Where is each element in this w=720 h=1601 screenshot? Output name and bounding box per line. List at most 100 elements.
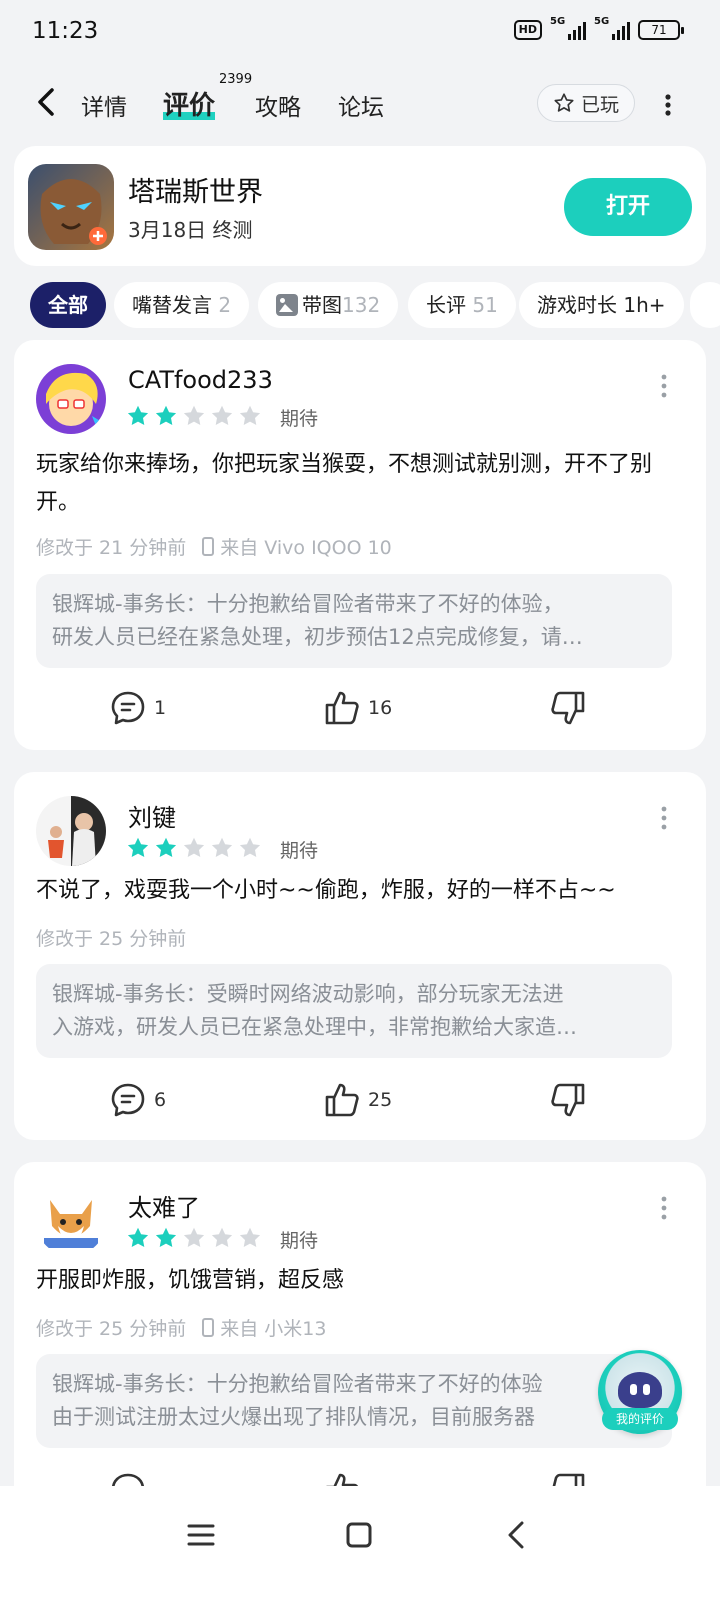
comment-count: 1: [154, 697, 167, 719]
played-button[interactable]: 已玩: [537, 84, 635, 122]
rating-label: 期待: [280, 1230, 319, 1252]
developer-reply[interactable]: 银辉城-事务长：受瞬时网络波动影响，部分玩家无法进 入游戏，研发人员已在紧急处理…: [36, 964, 672, 1058]
status-bar: 11:23 HD 5G 5G 71: [0, 0, 720, 64]
star-empty-icon: [239, 405, 261, 425]
filter-long-reviews[interactable]: 长评 51: [408, 282, 516, 328]
reply-line: 由于测试注册太过火爆出现了排队情况，目前服务器: [52, 1405, 535, 1429]
back-icon[interactable]: [502, 1520, 532, 1550]
star-empty-icon: [183, 837, 205, 857]
dislike-button[interactable]: [548, 1080, 588, 1120]
home-icon[interactable]: [344, 1520, 374, 1550]
filter-images-count: 132: [342, 293, 381, 317]
developer-reply[interactable]: 银辉城-事务长：十分抱歉给冒险者带来了不好的体验， 研发人员已经在紧急处理，初步…: [36, 574, 672, 668]
review-actions: 6 25: [14, 1080, 706, 1124]
star-outline-icon: [554, 93, 574, 112]
more-options-icon[interactable]: [656, 372, 672, 400]
star-rating: [126, 836, 262, 860]
system-nav-bar: [0, 1486, 720, 1601]
more-options-icon[interactable]: [656, 804, 672, 832]
status-indicators: HD 5G 5G 71: [513, 16, 684, 40]
review-meta: 修改于 25 分钟前: [36, 924, 186, 951]
star-empty-icon: [239, 1227, 261, 1247]
my-review-label: 我的评价: [602, 1408, 678, 1430]
avatar[interactable]: [36, 364, 106, 434]
developer-reply[interactable]: 银辉城-事务长：十分抱歉给冒险者带来了不好的体验 由于测试注册太过火爆出现了排队…: [36, 1354, 672, 1448]
filter-playtime-label: 游戏时长 1h+: [537, 293, 666, 317]
filter-long-count: 51: [472, 293, 498, 317]
game-icon: [28, 164, 114, 250]
review-actions: 1 16: [14, 688, 706, 732]
tab-reviews[interactable]: 评价: [163, 85, 216, 122]
like-button[interactable]: 25: [322, 1080, 392, 1120]
username[interactable]: 刘键: [128, 798, 176, 833]
thumbs-down-icon: [551, 1083, 585, 1117]
back-arrow-icon[interactable]: [30, 84, 66, 120]
comment-button[interactable]: 1: [108, 688, 166, 728]
avatar[interactable]: [36, 1186, 106, 1256]
star-empty-icon: [211, 837, 233, 857]
tab-reviews-label: 评价: [163, 91, 216, 121]
filter-all[interactable]: 全部: [30, 282, 106, 328]
open-game-button[interactable]: 打开: [564, 178, 692, 236]
image-icon: [276, 294, 298, 316]
game-card[interactable]: 塔瑞斯世界 3月18日 终测 打开: [14, 146, 706, 266]
star-filled-icon: [127, 837, 149, 857]
username[interactable]: CATfood233: [128, 366, 273, 394]
more-vertical-icon[interactable]: [658, 90, 678, 120]
more-options-icon[interactable]: [656, 1194, 672, 1222]
avatar[interactable]: [36, 796, 106, 866]
filter-images-label: 带图: [302, 293, 342, 317]
filter-quotes-label: 嘴替发言: [132, 293, 212, 317]
game-title: 塔瑞斯世界: [128, 177, 263, 208]
review-meta: 修改于 25 分钟前 来自 小米13: [36, 1314, 326, 1341]
review-device: 来自 Vivo IQOO 10: [220, 537, 392, 559]
filter-quotes-count: 2: [218, 293, 232, 317]
review-card: CATfood233 期待 玩家给你来捧场，你把玩家当猴耍，不想测试就别测，开不…: [14, 340, 706, 750]
dislike-button[interactable]: [548, 688, 588, 728]
like-button[interactable]: 16: [322, 688, 392, 728]
reply-line: 银辉城-事务长：受瞬时网络波动影响，部分玩家无法进: [52, 982, 564, 1006]
review-text[interactable]: 开服即炸服，饥饿营销，超反感: [36, 1262, 684, 1300]
reply-line: 研发人员已经在紧急处理，初步预估12点完成修复，请…: [52, 625, 583, 649]
comment-button[interactable]: 6: [108, 1080, 166, 1120]
my-review-button[interactable]: 我的评价: [598, 1350, 682, 1434]
like-count: 16: [368, 697, 393, 719]
star-filled-icon: [127, 405, 149, 425]
filter-all-label: 全部: [48, 293, 88, 317]
username[interactable]: 太难了: [128, 1188, 200, 1223]
star-rating: [126, 1226, 262, 1250]
tab-guides[interactable]: 攻略: [255, 88, 301, 122]
phone-icon: [202, 1318, 215, 1337]
review-card: 刘键 期待 不说了，戏耍我一个小时~~偷跑，炸服，好的一样不占~~ 修改于 25…: [14, 772, 706, 1140]
tab-forum[interactable]: 论坛: [338, 88, 384, 122]
star-empty-icon: [183, 405, 205, 425]
review-text[interactable]: 玩家给你来捧场，你把玩家当猴耍，不想测试就别测，开不了别开。: [36, 446, 684, 522]
signal-1-icon: 5G: [550, 16, 586, 40]
star-empty-icon: [211, 1227, 233, 1247]
mascot-icon: [618, 1372, 662, 1408]
reply-line: 银辉城-事务长：十分抱歉给冒险者带来了不好的体验，: [52, 592, 564, 616]
filter-playtime[interactable]: 游戏时长 1h+: [519, 282, 684, 328]
filter-quotes[interactable]: 嘴替发言 2: [114, 282, 250, 328]
review-time: 修改于 25 分钟前: [36, 928, 187, 950]
menu-icon[interactable]: [186, 1520, 216, 1550]
star-filled-icon: [155, 405, 177, 425]
reply-line: 银辉城-事务长：十分抱歉给冒险者带来了不好的体验: [52, 1372, 543, 1396]
comment-icon: [111, 1083, 145, 1117]
review-device: 来自 小米13: [220, 1318, 327, 1340]
star-filled-icon: [127, 1227, 149, 1247]
star-filled-icon: [155, 837, 177, 857]
thumbs-down-icon: [551, 691, 585, 725]
filter-with-images[interactable]: 带图132: [258, 282, 399, 328]
status-time: 11:23: [32, 18, 99, 44]
rating-label: 期待: [280, 408, 319, 430]
filter-more-chip[interactable]: [690, 282, 720, 328]
thumbs-up-icon: [325, 1083, 359, 1117]
star-empty-icon: [183, 1227, 205, 1247]
game-test-date: 3月18日 终测: [128, 218, 253, 242]
tab-details[interactable]: 详情: [81, 88, 127, 122]
played-label: 已玩: [580, 93, 619, 116]
comment-count: 6: [154, 1089, 167, 1111]
review-text[interactable]: 不说了，戏耍我一个小时~~偷跑，炸服，好的一样不占~~: [36, 872, 684, 910]
hd-badge: HD: [513, 20, 542, 40]
